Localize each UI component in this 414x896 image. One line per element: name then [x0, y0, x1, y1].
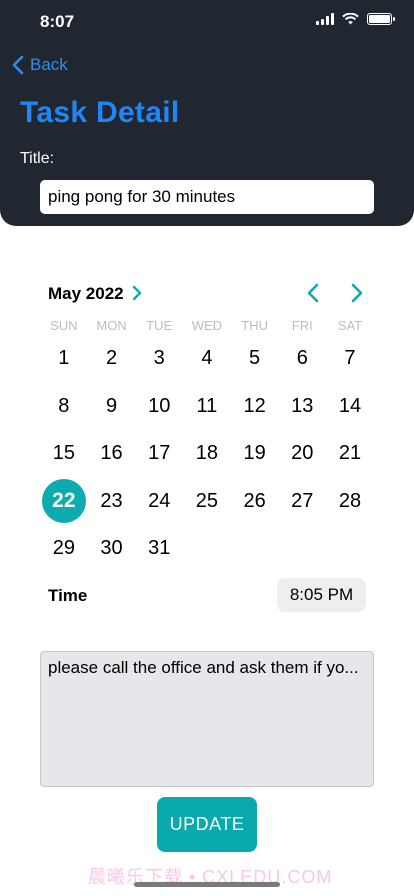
- battery-icon: [367, 13, 395, 25]
- day-cell[interactable]: 4: [183, 335, 231, 383]
- weekday-label: SUN: [50, 318, 78, 333]
- time-picker-button[interactable]: 8:05 PM: [277, 578, 366, 612]
- day-cell[interactable]: 20: [278, 430, 326, 478]
- day-number: 20: [291, 442, 314, 465]
- day-cell[interactable]: 9: [88, 383, 136, 431]
- time-row: Time 8:05 PM: [48, 578, 366, 612]
- day-cell[interactable]: 27: [278, 478, 326, 526]
- day-cell[interactable]: 8: [40, 383, 88, 431]
- day-cell[interactable]: 7: [326, 335, 374, 383]
- title-input[interactable]: [40, 180, 374, 214]
- day-cell[interactable]: 23: [88, 478, 136, 526]
- month-year-label[interactable]: May 2022: [48, 284, 124, 304]
- day-cell[interactable]: 29: [40, 525, 88, 573]
- update-button[interactable]: UPDATE: [157, 797, 257, 852]
- home-indicator: [134, 882, 280, 887]
- day-cell[interactable]: 18: [183, 430, 231, 478]
- day-cell[interactable]: 14: [326, 383, 374, 431]
- day-number: 21: [338, 442, 362, 465]
- cellular-signal-icon: [316, 13, 334, 25]
- day-number: 18: [195, 442, 219, 465]
- calendar-header: May 2022: [40, 278, 374, 308]
- day-number: 5: [249, 347, 261, 370]
- day-number: 14: [338, 394, 362, 417]
- chevron-left-icon: [12, 55, 24, 75]
- day-number: 10: [148, 394, 171, 417]
- day-number: 23: [100, 489, 123, 512]
- day-number: 6: [296, 347, 308, 370]
- time-label: Time: [48, 586, 88, 605]
- next-month-icon[interactable]: [350, 282, 364, 304]
- weekday-label: WED: [191, 318, 223, 333]
- status-time: 8:07: [40, 12, 75, 31]
- day-cell[interactable]: 1: [40, 335, 88, 383]
- day-cell[interactable]: 26: [231, 478, 279, 526]
- day-number: 27: [291, 489, 314, 512]
- day-number: 29: [52, 537, 75, 560]
- selected-day-cell[interactable]: 22: [40, 478, 88, 526]
- day-number: 2: [105, 347, 118, 370]
- date-picker-calendar: May 2022 SUN MON TUE WED THU FRI SAT 123456789…: [40, 278, 374, 573]
- day-number: 15: [52, 442, 75, 465]
- day-number: 12: [243, 394, 266, 417]
- day-cell[interactable]: 12: [231, 383, 279, 431]
- calendar-day-grid: 1 2 3 4 5 6 7 8 9 10 11 12 13 14 15 16 17 18 19 20 21 22 23 24 2…: [40, 335, 374, 573]
- day-cell[interactable]: 24: [135, 478, 183, 526]
- weekday-label: SAT: [337, 318, 363, 333]
- day-number: 13: [291, 394, 314, 417]
- day-cell[interactable]: 30: [88, 525, 136, 573]
- day-cell[interactable]: 31: [135, 525, 183, 573]
- weekday-header-row: SUN MON TUE WED THU FRI SAT: [40, 318, 374, 333]
- weekday-label: MON: [96, 318, 127, 333]
- day-number: 17: [148, 442, 171, 465]
- day-cell[interactable]: 17: [135, 430, 183, 478]
- notes-textarea[interactable]: please call the office and ask them if y…: [40, 651, 374, 787]
- weekday-label: TUE: [146, 318, 173, 333]
- day-cell[interactable]: 16: [88, 430, 136, 478]
- day-cell[interactable]: 19: [231, 430, 279, 478]
- day-number: 7: [344, 347, 356, 370]
- day-cell[interactable]: 5: [231, 335, 279, 383]
- day-cell[interactable]: 25: [183, 478, 231, 526]
- day-number: 24: [148, 489, 171, 512]
- title-field-label: Title:: [20, 150, 55, 167]
- day-cell[interactable]: 6: [278, 335, 326, 383]
- day-cell[interactable]: 10: [135, 383, 183, 431]
- day-number: 9: [105, 394, 118, 417]
- status-icons: [316, 13, 395, 25]
- day-cell[interactable]: 11: [183, 383, 231, 431]
- day-number: 8: [58, 394, 70, 417]
- day-cell[interactable]: 28: [326, 478, 374, 526]
- day-number: 25: [195, 489, 219, 512]
- day-number: 31: [148, 537, 171, 560]
- day-cell[interactable]: 15: [40, 430, 88, 478]
- day-number: 11: [196, 394, 218, 417]
- weekday-label: FRI: [291, 318, 313, 333]
- day-number: 22: [41, 479, 86, 524]
- day-cell[interactable]: 13: [278, 383, 326, 431]
- day-number: 4: [201, 347, 213, 370]
- day-cell[interactable]: 21: [326, 430, 374, 478]
- day-cell[interactable]: 3: [135, 335, 183, 383]
- day-number: 1: [58, 347, 70, 370]
- day-number: 26: [243, 489, 266, 512]
- weekday-label: THU: [241, 318, 268, 333]
- day-number: 19: [243, 442, 266, 465]
- wifi-icon: [342, 13, 359, 25]
- day-number: 28: [338, 489, 362, 512]
- day-number: 16: [100, 442, 123, 465]
- day-number: 3: [153, 347, 165, 370]
- back-label: Back: [30, 55, 68, 74]
- day-number: 30: [100, 537, 123, 560]
- previous-month-icon[interactable]: [306, 282, 320, 304]
- day-cell[interactable]: 2: [88, 335, 136, 383]
- chevron-right-icon[interactable]: [132, 285, 142, 301]
- header: 8:07 Back Task Detail Title:: [0, 0, 414, 226]
- back-button[interactable]: Back: [12, 55, 68, 75]
- page-title: Task Detail: [20, 96, 180, 129]
